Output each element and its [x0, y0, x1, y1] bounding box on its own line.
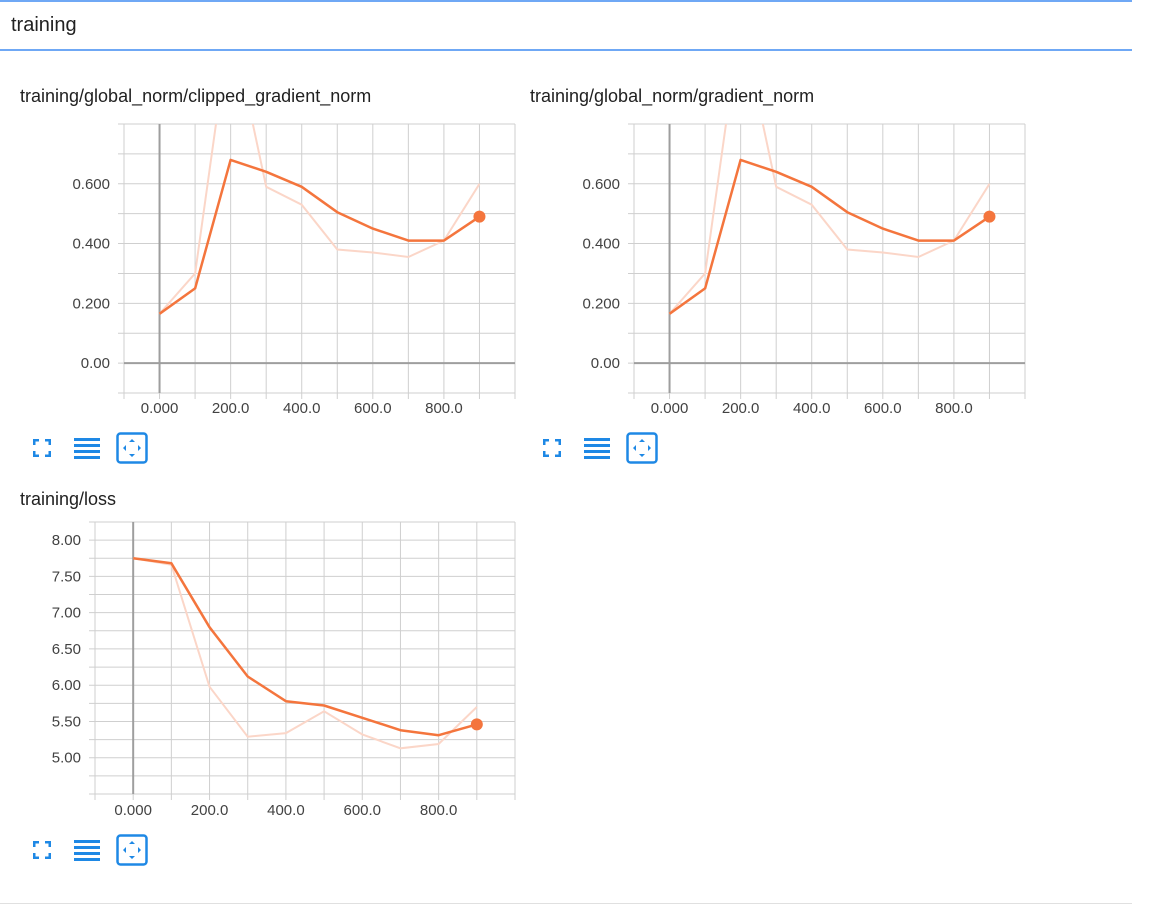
expand-button[interactable] — [25, 431, 59, 465]
chart-card-clipped-gradient-norm: training/global_norm/clipped_gradient_no… — [0, 86, 516, 486]
y-tick-label: 0.600 — [72, 176, 110, 193]
last-point-marker — [470, 718, 483, 731]
section-header[interactable]: training — [0, 2, 1132, 51]
chart-controls — [25, 431, 160, 465]
fit-domain-icon — [116, 834, 148, 866]
x-tick-label: 600.0 — [864, 400, 902, 417]
fullscreen-icon — [33, 439, 51, 457]
chart-plot[interactable]: 0.00 0.200 0.400 0.600 0.000 200.0 400.0 600.0 8… — [0, 86, 520, 426]
list-icon — [74, 840, 100, 861]
chart-plot[interactable]: 5.00 5.50 6.00 6.50 7.00 7.50 8.00 0.000 200.0 40… — [0, 489, 520, 829]
x-tick-label: 200.0 — [212, 400, 250, 417]
x-tick-label: 0.000 — [651, 400, 689, 417]
x-tick-label: 0.000 — [141, 400, 179, 417]
y-tick-label: 0.400 — [72, 236, 110, 253]
last-point-marker — [473, 210, 486, 223]
y-tick-label: 5.50 — [52, 713, 81, 730]
x-tick-label: 0.000 — [114, 802, 152, 819]
list-icon — [74, 438, 100, 459]
y-tick-label: 0.00 — [81, 355, 110, 372]
x-tick-label: 200.0 — [722, 400, 760, 417]
series-line-smoothed — [133, 557, 478, 737]
y-tick-label: 0.200 — [72, 295, 110, 312]
y-tick-label: 8.00 — [52, 532, 81, 549]
fullscreen-icon — [543, 439, 561, 457]
toggle-data-table-button[interactable] — [580, 431, 614, 465]
fit-domain-button[interactable] — [115, 833, 149, 867]
fit-domain-button[interactable] — [625, 431, 659, 465]
chart-card-loss: training/loss 5.00 5.50 6.00 6.50 7.00 7.50 8.… — [0, 489, 516, 889]
y-tick-label: 7.00 — [52, 605, 81, 622]
x-tick-label: 600.0 — [343, 802, 381, 819]
x-tick-label: 800.0 — [425, 400, 463, 417]
chart-controls — [25, 833, 160, 867]
y-tick-label: 7.50 — [52, 568, 81, 585]
toggle-data-table-button[interactable] — [70, 431, 104, 465]
y-tick-label: 6.00 — [52, 677, 81, 694]
chart-controls — [535, 431, 670, 465]
x-tick-label: 800.0 — [935, 400, 973, 417]
toggle-data-table-button[interactable] — [70, 833, 104, 867]
section-title: training — [11, 14, 77, 36]
expand-button[interactable] — [535, 431, 569, 465]
y-tick-label: 0.00 — [591, 355, 620, 372]
y-tick-label: 6.50 — [52, 641, 81, 658]
last-point-marker — [983, 210, 996, 223]
y-tick-label: 0.600 — [582, 176, 620, 193]
fit-domain-icon — [626, 432, 658, 464]
list-icon — [584, 438, 610, 459]
x-tick-label: 200.0 — [191, 802, 229, 819]
x-tick-label: 600.0 — [354, 400, 392, 417]
expand-button[interactable] — [25, 833, 59, 867]
y-tick-label: 0.400 — [582, 236, 620, 253]
x-tick-label: 400.0 — [793, 400, 831, 417]
x-tick-label: 400.0 — [283, 400, 321, 417]
chart-card-gradient-norm: training/global_norm/gradient_norm 0.00 0… — [510, 86, 1026, 486]
fullscreen-icon — [33, 841, 51, 859]
x-tick-label: 400.0 — [267, 802, 305, 819]
y-tick-label: 5.00 — [52, 750, 81, 767]
fit-domain-icon — [116, 432, 148, 464]
chart-plot[interactable]: 0.00 0.200 0.400 0.600 0.000 200.0 400.0 600.0 8… — [510, 86, 1030, 426]
section-bottom-divider — [0, 903, 1132, 904]
fit-domain-button[interactable] — [115, 431, 149, 465]
y-tick-label: 0.200 — [582, 295, 620, 312]
x-tick-label: 800.0 — [420, 802, 458, 819]
